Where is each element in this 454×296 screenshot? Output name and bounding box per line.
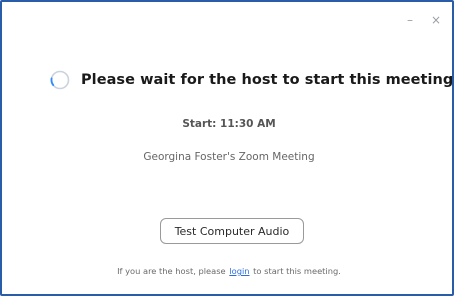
meeting-title: Georgina Foster's Zoom Meeting [143,151,315,163]
waiting-room-window: – × Please wait for the host to start th… [0,0,454,296]
waiting-message: Please wait for the host to start this m… [81,72,454,88]
host-login-note: If you are the host, please login to sta… [2,266,454,276]
minimize-icon[interactable]: – [404,14,416,26]
loading-spinner-icon [50,70,70,90]
host-login-prefix: If you are the host, please [117,266,226,276]
waiting-status: Please wait for the host to start this m… [50,70,454,90]
test-computer-audio-button[interactable]: Test Computer Audio [160,218,304,244]
host-login-suffix: to start this meeting. [253,266,341,276]
window-controls: – × [404,14,442,26]
login-link[interactable]: login [229,266,249,276]
meeting-start-time: Start: 11:30 AM [182,118,276,130]
close-icon[interactable]: × [430,14,442,26]
